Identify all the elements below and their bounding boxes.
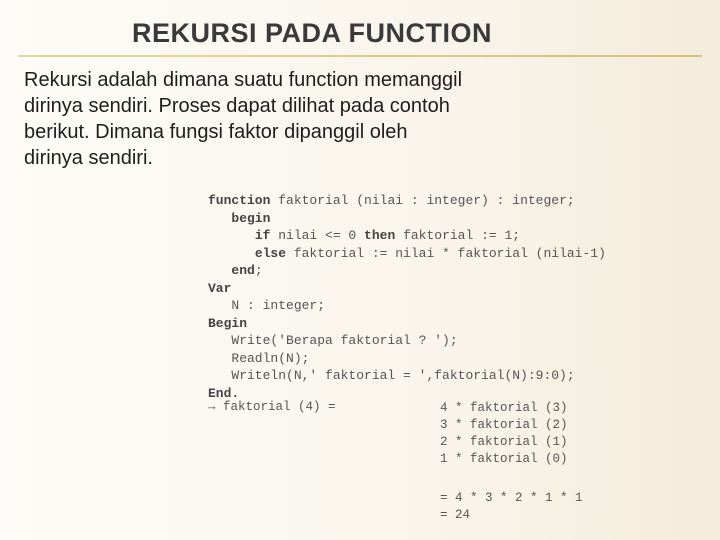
kw-if: if xyxy=(255,228,271,243)
kw-begin2: Begin xyxy=(208,316,247,331)
code-l3b: nilai <= 0 xyxy=(270,228,364,243)
kw-function: function xyxy=(208,193,270,208)
trace-result: = 4 * 3 * 2 * 1 * 1 = 24 xyxy=(440,490,583,524)
result-r2: = 24 xyxy=(440,508,470,522)
trace-r2: 3 * faktorial (2) xyxy=(440,418,568,432)
trace-expansion: 4 * faktorial (3) 3 * faktorial (2) 2 * … xyxy=(440,400,568,468)
kw-begin: begin xyxy=(231,211,270,226)
code-snippet: function faktorial (nilai : integer) : i… xyxy=(208,192,606,403)
result-r1: = 4 * 3 * 2 * 1 * 1 xyxy=(440,491,583,505)
trace-r1: 4 * faktorial (3) xyxy=(440,401,568,415)
code-l10: Readln(N); xyxy=(231,351,309,366)
code-l9: Write('Berapa faktorial ? '); xyxy=(231,333,457,348)
code-l7: N : integer; xyxy=(231,298,325,313)
trace-r3: 2 * faktorial (1) xyxy=(440,435,568,449)
trace-r4: 1 * faktorial (0) xyxy=(440,452,568,466)
body-paragraph: Rekursi adalah dimana suatu function mem… xyxy=(0,67,690,171)
code-l11: Writeln(N,' faktorial = ',faktorial(N):9… xyxy=(231,368,574,383)
kw-endprog: End. xyxy=(208,386,239,401)
slide-title: REKURSI PADA FUNCTION xyxy=(0,0,720,55)
title-underline xyxy=(18,55,702,57)
para-line-4: dirinya sendiri. xyxy=(24,145,660,171)
kw-end: end xyxy=(231,263,254,278)
code-l3d: faktorial := 1; xyxy=(395,228,520,243)
kw-var: Var xyxy=(208,281,231,296)
trace-call: → faktorial (4) = xyxy=(208,400,336,414)
para-line-2: dirinya sendiri. Proses dapat dilihat pa… xyxy=(24,93,660,119)
kw-else: else xyxy=(255,246,286,261)
code-l4b: faktorial := nilai * faktorial (nilai-1) xyxy=(286,246,606,261)
para-line-3: berikut. Dimana fungsi faktor dipanggil … xyxy=(24,119,660,145)
code-l1b: faktorial (nilai : integer) : integer; xyxy=(270,193,574,208)
para-line-1: Rekursi adalah dimana suatu function mem… xyxy=(24,67,660,93)
kw-then: then xyxy=(364,228,395,243)
